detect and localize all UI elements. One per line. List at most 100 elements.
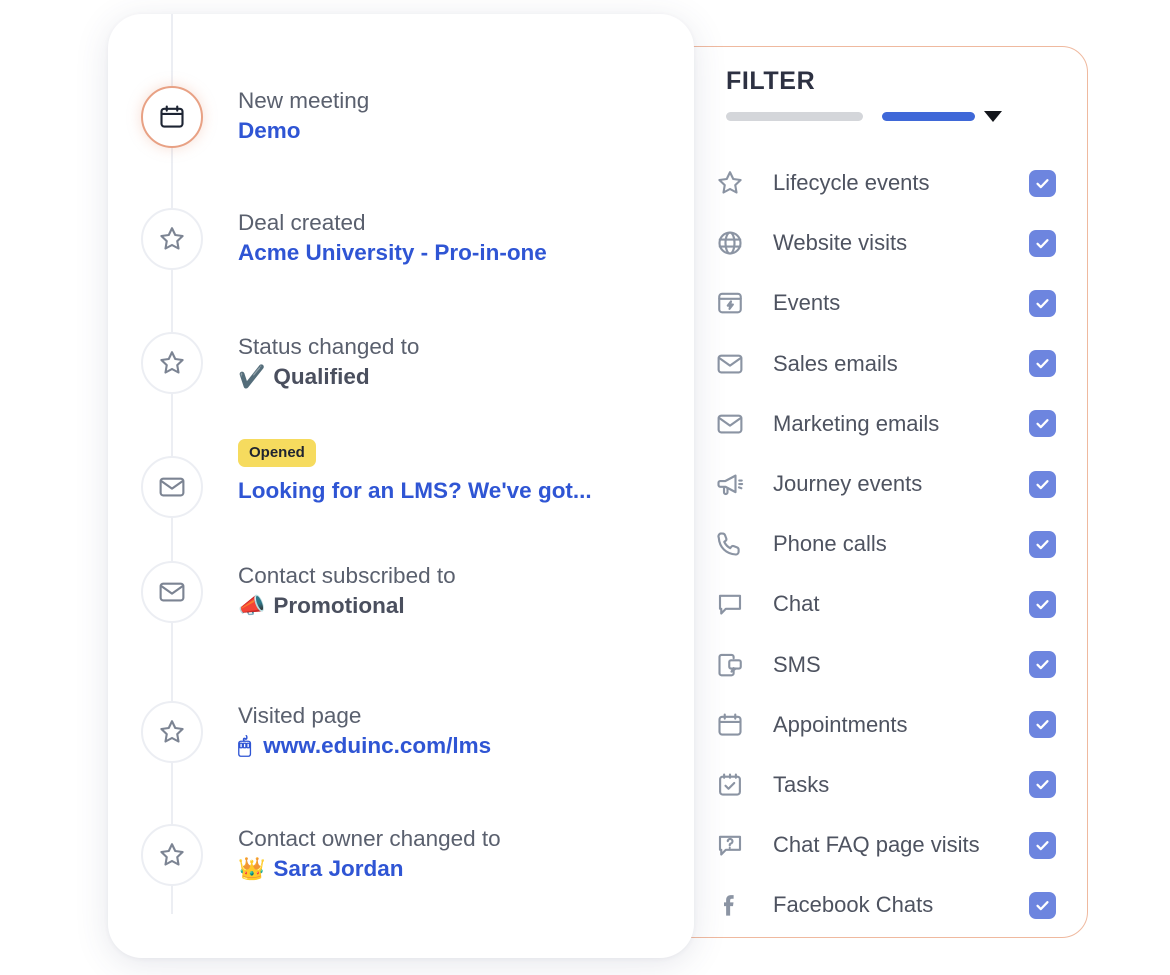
star-icon — [713, 166, 747, 200]
timeline-event-text: New meeting Demo — [238, 86, 688, 146]
timeline-event-text: Visited page 🖱 www.eduinc.com/lms — [238, 701, 688, 761]
filter-item-label: Lifecycle events — [773, 170, 930, 196]
timeline-event-label: Contact subscribed to — [238, 563, 456, 588]
calendar-icon — [157, 102, 187, 132]
filter-row[interactable]: Chat FAQ page visits — [641, 815, 1089, 875]
filter-list: Lifecycle events Website visits Events Sale… — [641, 153, 1089, 935]
task-check-icon — [713, 768, 747, 802]
filter-checkbox[interactable] — [1029, 229, 1056, 257]
timeline-event-label: Deal created — [238, 210, 366, 235]
timeline-event-label: Status changed to — [238, 334, 420, 359]
filter-checkbox[interactable] — [1029, 289, 1056, 317]
filter-checkbox[interactable] — [1029, 169, 1056, 197]
filter-row[interactable]: Events — [641, 273, 1089, 333]
timeline-node[interactable] — [141, 456, 203, 518]
facebook-icon — [713, 888, 747, 922]
envelope-icon — [713, 347, 747, 381]
timeline-event-text: Opened Looking for an LMS? We've got... — [238, 439, 688, 506]
timeline-event-label: New meeting — [238, 88, 370, 113]
filter-item-label: Chat — [773, 591, 820, 617]
timeline-event-value[interactable]: Looking for an LMS? We've got... — [238, 476, 688, 506]
timeline-event-label: Visited page — [238, 703, 362, 728]
timeline-node[interactable] — [141, 561, 203, 623]
timeline-value-text: Promotional — [273, 593, 405, 619]
timeline-node[interactable] — [141, 86, 203, 148]
filter-bar-selected[interactable] — [882, 112, 975, 121]
filter-panel: FILTER Lifecycle events Website visits Eve… — [640, 46, 1088, 938]
timeline-value-text: Sara Jordan — [273, 856, 404, 882]
timeline-node[interactable] — [141, 701, 203, 763]
filter-item-label: Facebook Chats — [773, 892, 934, 918]
filter-row[interactable]: Appointments — [641, 695, 1089, 755]
timeline-event-text: Contact subscribed to 📣 Promotional — [238, 561, 688, 621]
filter-row[interactable]: Journey events — [641, 454, 1089, 514]
filter-checkbox[interactable] — [1029, 831, 1056, 859]
filter-item-label: Marketing emails — [773, 410, 940, 436]
bolt-window-icon — [713, 286, 747, 320]
calendar-icon — [713, 708, 747, 742]
filter-row[interactable]: Tasks — [641, 755, 1089, 815]
timeline-value-emoji: 🖱 — [238, 733, 252, 759]
envelope-icon — [157, 577, 187, 607]
star-icon — [157, 224, 187, 254]
phone-icon — [713, 527, 747, 561]
globe-icon — [713, 226, 747, 260]
filter-row[interactable]: Sales emails — [641, 334, 1089, 394]
timeline-event-value[interactable]: 👑 Sara Jordan — [238, 854, 688, 884]
chevron-down-icon[interactable] — [984, 111, 1002, 122]
filter-item-label: Journey events — [773, 471, 923, 497]
megaphone-icon — [713, 467, 747, 501]
envelope-icon — [157, 472, 187, 502]
filter-checkbox[interactable] — [1029, 410, 1056, 438]
timeline-event-value[interactable]: 📣 Promotional — [238, 591, 688, 621]
filter-item-label: Phone calls — [773, 531, 887, 557]
timeline-value-text: Acme University - Pro-in-one — [238, 240, 547, 266]
filter-row[interactable]: Phone calls — [641, 514, 1089, 574]
filter-row[interactable]: Lifecycle events — [641, 153, 1089, 213]
filter-item-label: Events — [773, 290, 841, 316]
filter-panel-title: FILTER — [726, 67, 816, 95]
timeline-value-text: www.eduinc.com/lms — [263, 733, 492, 759]
filter-row[interactable]: Facebook Chats — [641, 875, 1089, 935]
timeline-event-text: Status changed to ✔️ Qualified — [238, 332, 688, 392]
star-icon — [157, 348, 187, 378]
filter-checkbox[interactable] — [1029, 530, 1056, 558]
filter-item-label: Website visits — [773, 230, 908, 256]
timeline-value-text: Demo — [238, 118, 301, 144]
timeline-value-emoji: 👑 — [238, 856, 266, 882]
filter-checkbox[interactable] — [1029, 651, 1056, 679]
filter-checkbox[interactable] — [1029, 350, 1056, 378]
filter-row[interactable]: Website visits — [641, 213, 1089, 273]
filter-checkbox[interactable] — [1029, 470, 1056, 498]
filter-row[interactable]: Chat — [641, 574, 1089, 634]
timeline-value-text: Qualified — [273, 364, 370, 390]
filter-checkbox[interactable] — [1029, 590, 1056, 618]
timeline-value-emoji: 📣 — [238, 593, 266, 619]
filter-row[interactable]: SMS — [641, 635, 1089, 695]
timeline-event-text: Deal created Acme University - Pro-in-one — [238, 208, 688, 268]
screen-root: FILTER Lifecycle events Website visits Eve… — [0, 0, 1170, 975]
filter-row[interactable]: Marketing emails — [641, 394, 1089, 454]
filter-item-label: Sales emails — [773, 350, 898, 376]
filter-sort-control[interactable] — [726, 111, 1002, 122]
star-icon — [157, 840, 187, 870]
timeline-event-value[interactable]: Acme University - Pro-in-one — [238, 238, 688, 268]
timeline-node[interactable] — [141, 824, 203, 886]
timeline-value-emoji: ✔️ — [238, 364, 266, 390]
filter-checkbox[interactable] — [1029, 891, 1056, 919]
timeline-event-value[interactable]: Demo — [238, 116, 688, 146]
timeline-event-value[interactable]: 🖱 www.eduinc.com/lms — [238, 731, 688, 761]
filter-checkbox[interactable] — [1029, 771, 1056, 799]
status-badge: Opened — [238, 439, 316, 467]
filter-checkbox[interactable] — [1029, 711, 1056, 739]
timeline-event-value[interactable]: ✔️ Qualified — [238, 362, 688, 392]
timeline-node[interactable] — [141, 208, 203, 270]
star-icon — [157, 717, 187, 747]
filter-item-label: Tasks — [773, 771, 830, 797]
timeline-node[interactable] — [141, 332, 203, 394]
timeline-event-text: Contact owner changed to 👑 Sara Jordan — [238, 824, 688, 884]
filter-item-label: Appointments — [773, 711, 908, 737]
sms-phone-icon — [713, 648, 747, 682]
timeline-value-text: Looking for an LMS? We've got... — [238, 478, 592, 503]
timeline-card: New meeting Demo Deal created Acme Universi… — [108, 14, 694, 958]
